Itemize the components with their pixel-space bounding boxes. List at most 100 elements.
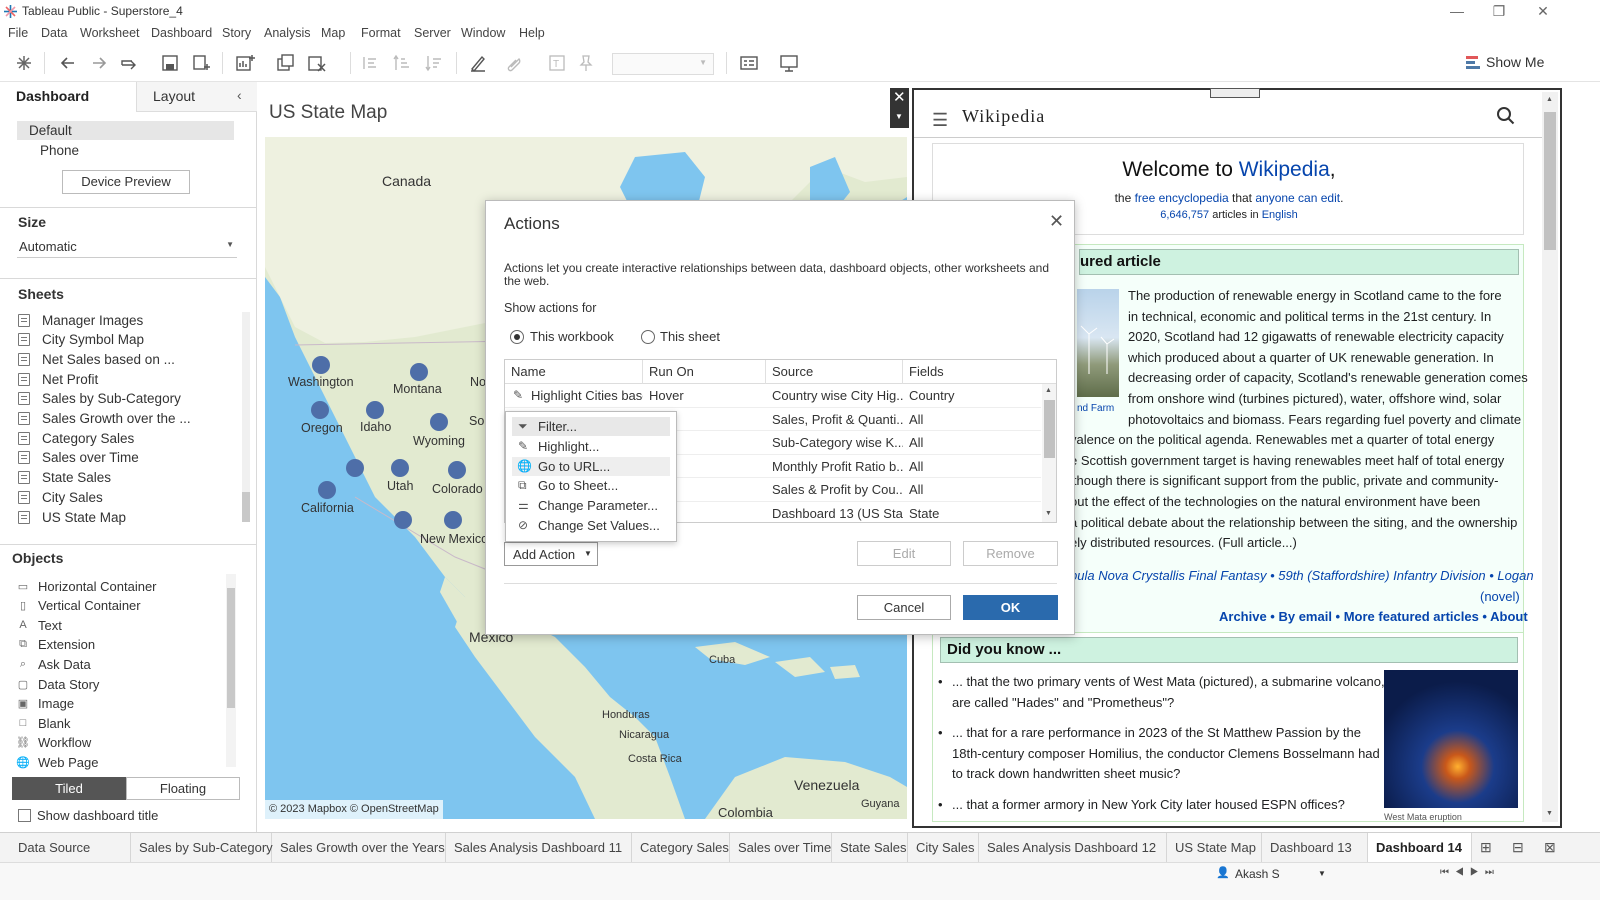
menu-story[interactable]: Story bbox=[222, 26, 251, 40]
add-action-button[interactable]: Add Action ▼ bbox=[504, 542, 598, 566]
object-item[interactable]: ⌕ Ask Data bbox=[16, 654, 91, 674]
sheet-tab[interactable]: Sales Growth over the Years bbox=[272, 833, 446, 863]
wind-farm-image[interactable] bbox=[1077, 289, 1119, 397]
map-point-idaho[interactable] bbox=[366, 401, 384, 419]
user-menu-icon[interactable]: ▼ bbox=[1318, 869, 1326, 878]
object-item[interactable]: ▢ Data Story bbox=[16, 674, 100, 694]
sheets-scrollbar[interactable] bbox=[242, 312, 250, 522]
swap-icon[interactable] bbox=[360, 53, 380, 73]
web-scrollbar[interactable]: ▲ ▼ bbox=[1542, 92, 1558, 822]
device-preview-button[interactable]: Device Preview bbox=[62, 170, 190, 194]
map-point-utah[interactable] bbox=[391, 459, 409, 477]
sheet-tab[interactable]: Data Source bbox=[10, 833, 131, 863]
menu-item-filter[interactable]: ⏷ Filter... bbox=[512, 417, 670, 436]
search-icon[interactable] bbox=[1496, 106, 1516, 126]
undo-icon[interactable] bbox=[58, 53, 78, 73]
highlight-icon[interactable] bbox=[468, 53, 488, 73]
map-point-oregon[interactable] bbox=[311, 401, 329, 419]
west-mata-image[interactable] bbox=[1384, 670, 1518, 808]
hamburger-icon[interactable]: ☰ bbox=[932, 110, 948, 131]
table-scrollbar[interactable]: ▲ ▼ bbox=[1042, 384, 1056, 522]
redo-icon[interactable] bbox=[89, 53, 109, 73]
recent-line-1[interactable]: bula Nova Crystallis Final Fantasy • 59t… bbox=[1070, 566, 1534, 587]
sheet-item[interactable]: City Symbol Map bbox=[18, 330, 144, 350]
menu-file[interactable]: File bbox=[8, 26, 28, 40]
object-item[interactable]: 🌐 Web Page bbox=[16, 752, 98, 772]
remove-button[interactable]: Remove bbox=[963, 541, 1058, 566]
object-menu-icon[interactable]: ▼ bbox=[895, 112, 903, 121]
show-me-button[interactable]: Show Me bbox=[1486, 54, 1544, 70]
map-point-washington[interactable] bbox=[312, 356, 330, 374]
sheet-tab[interactable]: Category Sales bbox=[632, 833, 730, 863]
sheet-tab[interactable]: State Sales bbox=[832, 833, 908, 863]
menu-data[interactable]: Data bbox=[41, 26, 67, 40]
menu-item-highlight[interactable]: ✎ Highlight... bbox=[512, 437, 670, 456]
device-default[interactable]: Default bbox=[17, 121, 234, 140]
menu-item-go-to-url[interactable]: 🌐 Go to URL... bbox=[512, 457, 670, 476]
tab-nav-icons[interactable]: ⏮◀▶⏭ bbox=[1440, 867, 1500, 878]
menu-map[interactable]: Map bbox=[321, 26, 345, 40]
show-title-checkbox[interactable] bbox=[18, 809, 31, 822]
size-dropdown[interactable]: Automatic ▼ bbox=[17, 236, 237, 258]
map-point-nevada[interactable] bbox=[346, 459, 364, 477]
menu-server[interactable]: Server bbox=[414, 26, 451, 40]
map-point-new-mexico[interactable] bbox=[444, 511, 462, 529]
image-caption[interactable]: nd Farm bbox=[1077, 403, 1114, 414]
sheet-item[interactable]: City Sales bbox=[18, 487, 103, 507]
recent-line-2[interactable]: (novel) bbox=[1480, 587, 1520, 608]
user-name[interactable]: Akash S bbox=[1235, 867, 1280, 881]
radio-this-workbook[interactable] bbox=[510, 330, 524, 344]
col-name[interactable]: Name bbox=[505, 360, 643, 384]
menu-item-go-to-sheet[interactable]: ⧉ Go to Sheet... bbox=[512, 476, 670, 495]
menu-worksheet[interactable]: Worksheet bbox=[80, 26, 140, 40]
collapse-icon[interactable]: ‹ bbox=[237, 87, 242, 103]
sort-ascending-icon[interactable] bbox=[392, 53, 412, 73]
ok-button[interactable]: OK bbox=[963, 595, 1058, 620]
object-item[interactable]: A Text bbox=[16, 615, 62, 635]
new-worksheet-icon[interactable] bbox=[235, 53, 255, 73]
cancel-button[interactable]: Cancel bbox=[857, 595, 951, 620]
show-me-icon[interactable] bbox=[1466, 55, 1481, 70]
map-point-arizona[interactable] bbox=[394, 511, 412, 529]
replay-icon[interactable] bbox=[119, 53, 139, 73]
tab-dashboard[interactable]: Dashboard bbox=[0, 82, 136, 112]
tiled-button[interactable]: Tiled bbox=[12, 777, 126, 800]
show-cards-icon[interactable] bbox=[739, 53, 759, 73]
new-dashboard-tab-icon[interactable]: ⊟ bbox=[1512, 839, 1524, 856]
sheet-tab[interactable]: Sales Analysis Dashboard 12 bbox=[979, 833, 1167, 863]
fit-dropdown[interactable]: ▼ bbox=[612, 53, 714, 75]
map-point-california[interactable] bbox=[318, 481, 336, 499]
objects-scrollbar[interactable] bbox=[226, 574, 236, 767]
menu-window[interactable]: Window bbox=[461, 26, 505, 40]
tableau-home-icon[interactable] bbox=[14, 53, 34, 73]
edit-button[interactable]: Edit bbox=[857, 541, 951, 566]
sheet-item[interactable]: Sales by Sub-Category bbox=[18, 389, 181, 409]
menu-item-change-parameter[interactable]: ⚌ Change Parameter... bbox=[512, 496, 670, 515]
new-datasource-icon[interactable] bbox=[191, 53, 211, 73]
pin-icon[interactable] bbox=[576, 53, 596, 73]
object-item[interactable]: ▣ Image bbox=[16, 694, 74, 714]
sheet-tab[interactable]: Dashboard 13 bbox=[1262, 833, 1368, 863]
remove-object-icon[interactable]: ✕ bbox=[893, 88, 906, 106]
object-item[interactable]: □ Blank bbox=[16, 713, 71, 733]
map-point-colorado[interactable] bbox=[448, 461, 466, 479]
menu-item-change-set-values[interactable]: ⊘ Change Set Values... bbox=[512, 516, 670, 535]
drag-handle[interactable] bbox=[1210, 88, 1260, 98]
sheet-item[interactable]: Sales Growth over the ... bbox=[18, 409, 191, 429]
radio-this-sheet[interactable] bbox=[641, 330, 655, 344]
tab-layout[interactable]: Layout ‹ bbox=[136, 82, 257, 112]
table-row[interactable]: Highlight Cities base Hover Country wise C… bbox=[505, 384, 1041, 408]
map-point-montana[interactable] bbox=[410, 363, 428, 381]
group-icon[interactable] bbox=[505, 53, 525, 73]
sheet-tab[interactable]: Sales over Time bbox=[730, 833, 832, 863]
object-item[interactable]: ⧉ Extension bbox=[16, 635, 95, 655]
menu-help[interactable]: Help bbox=[519, 26, 545, 40]
sheet-tab[interactable]: Dashboard 14 bbox=[1368, 833, 1472, 863]
minimize-button[interactable]: — bbox=[1434, 0, 1480, 24]
sheet-tab[interactable]: City Sales bbox=[908, 833, 979, 863]
object-item[interactable]: ▭ Horizontal Container bbox=[16, 576, 157, 596]
col-fields[interactable]: Fields bbox=[903, 360, 1040, 384]
menu-dashboard[interactable]: Dashboard bbox=[151, 26, 212, 40]
sheet-item[interactable]: Sales over Time bbox=[18, 448, 139, 468]
menu-format[interactable]: Format bbox=[361, 26, 401, 40]
